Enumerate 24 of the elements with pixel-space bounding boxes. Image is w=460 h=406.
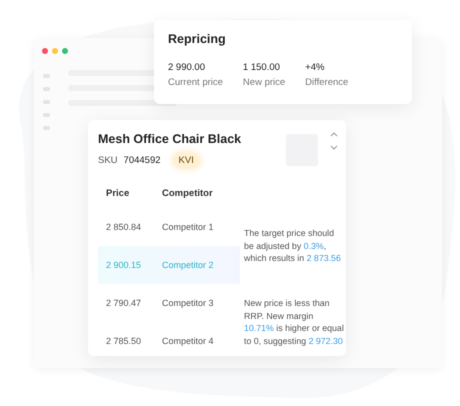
price-cell[interactable]: 2 850.84 [106, 222, 162, 232]
metric-value: 2 990.00 [168, 62, 206, 73]
card-title: Repricing [168, 32, 227, 46]
kvi-badge: KVI [172, 153, 200, 168]
chevron-up-icon[interactable] [330, 132, 338, 137]
competitor-cell[interactable]: Competitor 4 [162, 336, 240, 346]
window-controls-icon[interactable] [42, 48, 70, 54]
sku-label: SKU [98, 155, 118, 166]
metric-label: Difference [305, 77, 348, 88]
note-text: The target price should be adjusted by 0.3%, which results in 2 873.56 [243, 227, 342, 265]
metric-value: +4% [305, 62, 326, 73]
competitor-cell[interactable]: Competitor 1 [162, 222, 240, 232]
metric-value: 1 150.00 [242, 62, 281, 73]
competitor-cell[interactable]: Competitor 3 [162, 298, 240, 308]
metric-label: Current price [168, 77, 223, 88]
column-header: Competitor [162, 188, 214, 198]
metric-label: New price [242, 77, 286, 88]
sku-number: 7044592 [124, 155, 161, 166]
product-title: Mesh Office Chair Black [98, 132, 242, 146]
price-cell[interactable]: 2 790.47 [106, 298, 162, 308]
price-cell[interactable]: 2 785.50 [106, 336, 162, 346]
column-header: Price [106, 188, 130, 198]
chevron-down-icon[interactable] [330, 145, 338, 150]
note-text: New price is less than RRP. New margin 10.71% is higher or equal to 0, suggesting 2 972.30 [243, 297, 344, 347]
